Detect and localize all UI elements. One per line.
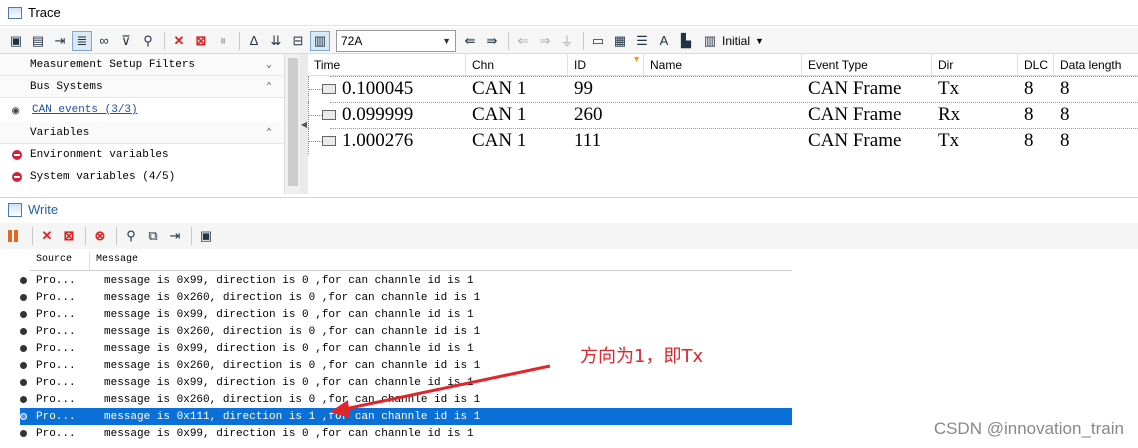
annotation-arrow-line <box>339 364 551 412</box>
annotation-arrow-head <box>330 400 350 418</box>
annotation-text: 方向为1，即Tx <box>580 346 704 367</box>
annotation-arrow-layer <box>330 364 551 418</box>
watermark: CSDN @innovation_train <box>933 419 1124 438</box>
